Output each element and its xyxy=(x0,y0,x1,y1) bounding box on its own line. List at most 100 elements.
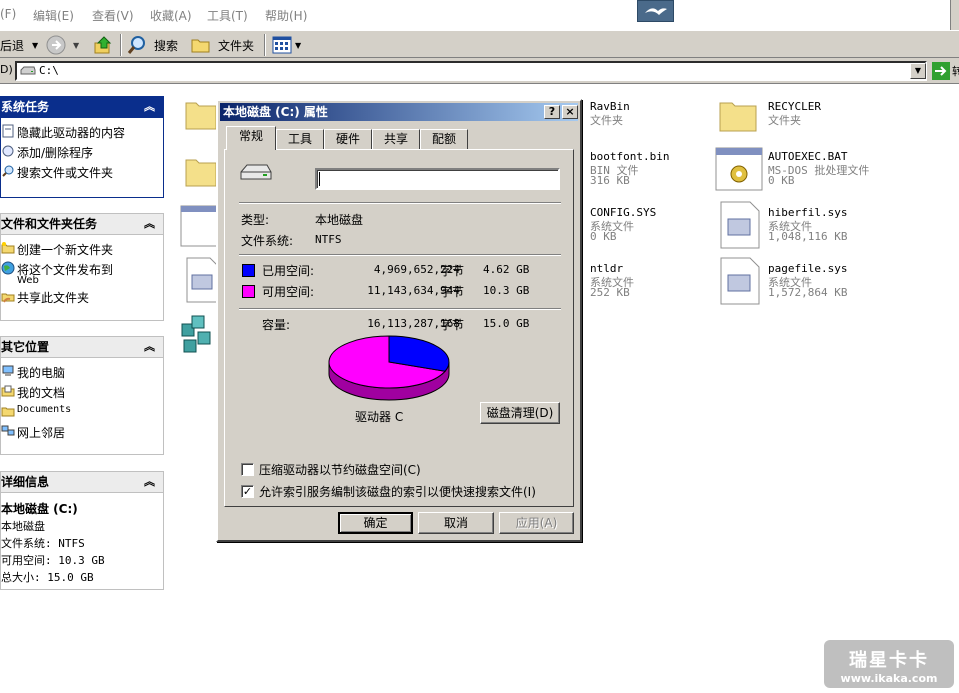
forward-dropdown-icon[interactable]: ▼ xyxy=(73,41,79,50)
close-button[interactable]: × xyxy=(562,105,578,119)
task-hide-drive[interactable]: 隐藏此驱动器的内容 xyxy=(1,124,163,144)
task-share-folder[interactable]: 共享此文件夹 xyxy=(1,289,163,309)
apply-button[interactable]: 应用(A) xyxy=(499,512,574,534)
system-tasks-header[interactable]: 系统任务 ︽ xyxy=(0,96,164,118)
file-item[interactable]: bootfont.bin BIN 文件 316 KB xyxy=(590,150,710,190)
views-grid-icon xyxy=(272,36,292,54)
divider xyxy=(239,202,561,204)
task-new-folder[interactable]: 创建一个新文件夹 xyxy=(1,241,163,261)
menu-help[interactable]: 帮助(H) xyxy=(265,7,307,24)
folder-icon[interactable] xyxy=(184,95,218,133)
address-label: D) xyxy=(0,63,13,76)
task-search-files[interactable]: 搜索文件或文件夹 xyxy=(1,164,163,184)
folder-icon[interactable] xyxy=(184,152,218,190)
divider xyxy=(239,254,561,256)
tab-hardware[interactable]: 硬件 xyxy=(324,129,372,149)
disk-cleanup-button[interactable]: 磁盘清理(D) xyxy=(480,402,560,424)
task-add-remove-programs[interactable]: 添加/删除程序 xyxy=(1,144,163,164)
back-dropdown-icon[interactable]: ▼ xyxy=(32,41,38,50)
folder-icon[interactable] xyxy=(718,95,758,135)
toolbar: 后退 ▼ ▼ 搜索 文件夹 ▼ xyxy=(0,30,959,58)
detail-fs: 文件系统: NTFS xyxy=(1,537,85,550)
back-button[interactable]: 后退 ▼ xyxy=(0,34,38,56)
system-file-icon[interactable] xyxy=(720,257,760,305)
menu-bar: (F) 编辑(E) 查看(V) 收藏(A) 工具(T) 帮助(H) xyxy=(0,0,959,30)
ok-button[interactable]: 确定 xyxy=(338,512,413,534)
file-item[interactable]: pagefile.sys 系统文件 1,572,864 KB xyxy=(768,262,918,302)
used-color-swatch xyxy=(242,264,255,277)
text-cursor xyxy=(319,172,320,186)
place-documents[interactable]: Documents xyxy=(1,404,163,424)
views-button[interactable]: ▼ xyxy=(271,34,301,56)
file-item[interactable]: RavBin 文件夹 xyxy=(590,100,710,140)
system-file-icon[interactable] xyxy=(720,201,760,249)
index-label[interactable]: 允许索引服务编制该磁盘的索引以便快速搜索文件(I) xyxy=(259,483,536,500)
collapse-chevron-icon[interactable]: ︽ xyxy=(144,337,155,357)
tab-general[interactable]: 常规 xyxy=(226,126,276,150)
file-item[interactable]: AUTOEXEC.BAT MS-DOS 批处理文件 0 KB xyxy=(768,150,918,190)
place-my-documents[interactable]: 我的文档 xyxy=(1,384,163,404)
file-item[interactable]: ntldr 系统文件 252 KB xyxy=(590,262,710,302)
capacity-unit: 字节 xyxy=(440,318,465,332)
task-publish-web[interactable]: 将这个文件发布到 xyxy=(1,261,163,277)
file-tasks-panel: 文件和文件夹任务 ︽ 创建一个新文件夹 将这个文件发布到 Web 共享此文件夹 xyxy=(0,213,164,321)
batch-file-gear-icon[interactable] xyxy=(715,147,763,191)
globe-icon xyxy=(1,261,15,275)
menu-file[interactable]: (F) xyxy=(0,7,16,21)
menu-favorites[interactable]: 收藏(A) xyxy=(150,7,192,24)
file-item[interactable]: hiberfil.sys 系统文件 1,048,116 KB xyxy=(768,206,918,246)
network-icon xyxy=(1,425,15,436)
window-file-icon[interactable] xyxy=(180,205,218,247)
registry-blocks-icon[interactable] xyxy=(180,314,218,360)
tab-quota[interactable]: 配额 xyxy=(420,129,468,149)
views-dropdown-icon[interactable]: ▼ xyxy=(295,41,301,50)
go-button[interactable]: 转 xyxy=(932,62,959,80)
tab-tools[interactable]: 工具 xyxy=(276,129,324,149)
search-label: 搜索 xyxy=(154,38,179,53)
cancel-button[interactable]: 取消 xyxy=(418,512,494,534)
up-button[interactable] xyxy=(92,34,114,56)
address-value: C:\ xyxy=(39,64,59,77)
address-dropdown-button[interactable]: ▼ xyxy=(910,63,926,79)
dialog-titlebar[interactable]: 本地磁盘 (C:) 属性 ? × xyxy=(220,103,578,121)
back-label: 后退 xyxy=(0,38,25,53)
search-icon xyxy=(2,165,14,177)
place-network[interactable]: 网上邻居 xyxy=(1,424,163,444)
compress-checkbox[interactable] xyxy=(241,463,254,476)
tab-sharing[interactable]: 共享 xyxy=(372,129,420,149)
menu-view[interactable]: 查看(V) xyxy=(92,7,134,24)
detail-type: 本地磁盘 xyxy=(1,520,45,533)
share-hand-icon xyxy=(1,293,15,303)
disk-usage-pie xyxy=(328,335,450,401)
free-color-swatch xyxy=(242,285,255,298)
collapse-chevron-icon[interactable]: ︽ xyxy=(144,97,155,117)
menu-tools[interactable]: 工具(T) xyxy=(207,7,248,24)
collapse-chevron-icon[interactable]: ︽ xyxy=(144,214,155,234)
file-item[interactable]: CONFIG.SYS 系统文件 0 KB xyxy=(590,206,710,246)
details-header[interactable]: 详细信息 ︽ xyxy=(0,471,164,493)
forward-button[interactable]: ▼ xyxy=(45,34,79,56)
help-button[interactable]: ? xyxy=(544,105,560,119)
up-folder-icon xyxy=(94,36,112,54)
index-checkbox[interactable]: ✓ xyxy=(241,485,254,498)
file-item[interactable]: RECYCLER 文件夹 xyxy=(768,100,888,140)
place-my-computer[interactable]: 我的电脑 xyxy=(1,364,163,384)
compress-label[interactable]: 压缩驱动器以节约磁盘空间(C) xyxy=(259,461,421,478)
volume-label-input[interactable] xyxy=(315,168,560,190)
drive-label: 驱动器 C xyxy=(355,410,404,424)
search-button[interactable]: 搜索 xyxy=(126,34,178,56)
address-input[interactable]: C:\ xyxy=(15,61,927,81)
folder-icon xyxy=(191,39,210,53)
drive-icon xyxy=(20,66,36,75)
menu-edit[interactable]: 编辑(E) xyxy=(33,7,74,24)
fs-label: 文件系统: xyxy=(241,234,294,248)
collapse-chevron-icon[interactable]: ︽ xyxy=(144,472,155,492)
details-title: 详细信息 xyxy=(1,475,50,489)
type-value: 本地磁盘 xyxy=(315,213,364,227)
system-tasks-panel: 系统任务 ︽ 隐藏此驱动器的内容 添加/删除程序 搜索文件或文件夹 xyxy=(0,96,164,198)
other-places-header[interactable]: 其它位置 ︽ xyxy=(0,336,164,358)
system-file-icon[interactable] xyxy=(186,257,218,303)
folders-button[interactable]: 文件夹 xyxy=(190,34,254,56)
toolbar-separator xyxy=(120,34,122,56)
file-tasks-header[interactable]: 文件和文件夹任务 ︽ xyxy=(0,213,164,235)
